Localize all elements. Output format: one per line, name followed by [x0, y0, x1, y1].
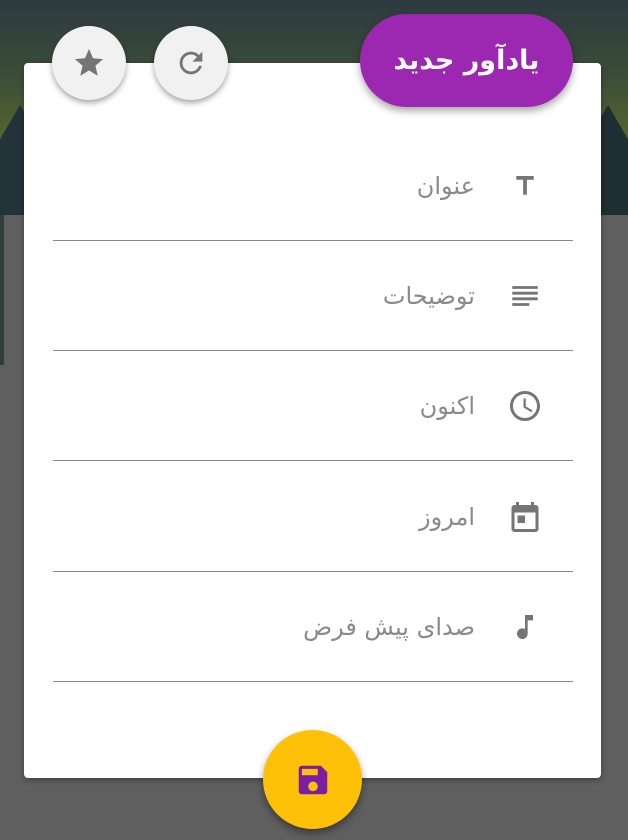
music-note-icon — [507, 609, 543, 645]
date-value[interactable]: امروز — [419, 503, 475, 531]
time-value[interactable]: اکنون — [420, 392, 475, 420]
save-floppy-icon — [298, 765, 327, 794]
description-lines-icon — [507, 278, 543, 314]
description-input-placeholder[interactable]: توضیحات — [383, 282, 475, 310]
refresh-icon — [179, 51, 203, 75]
favorite-button[interactable] — [52, 26, 126, 100]
calendar-icon — [507, 499, 543, 535]
dialog-title-text: یادآور جدید — [393, 45, 540, 76]
reset-button[interactable] — [154, 26, 228, 100]
time-field[interactable]: اکنون — [53, 351, 573, 461]
description-field[interactable]: توضیحات — [53, 241, 573, 351]
title-field[interactable]: عنوان — [53, 131, 573, 241]
star-icon — [74, 48, 104, 76]
sound-value[interactable]: صدای پیش فرض — [303, 613, 475, 641]
background-strip — [0, 215, 4, 365]
save-button[interactable] — [263, 730, 362, 829]
title-input-placeholder[interactable]: عنوان — [417, 172, 475, 200]
date-field[interactable]: امروز — [53, 462, 573, 572]
text-format-icon — [507, 168, 543, 204]
dialog-title: یادآور جدید — [360, 14, 573, 107]
sound-field[interactable]: صدای پیش فرض — [53, 572, 573, 682]
clock-icon — [507, 388, 543, 424]
